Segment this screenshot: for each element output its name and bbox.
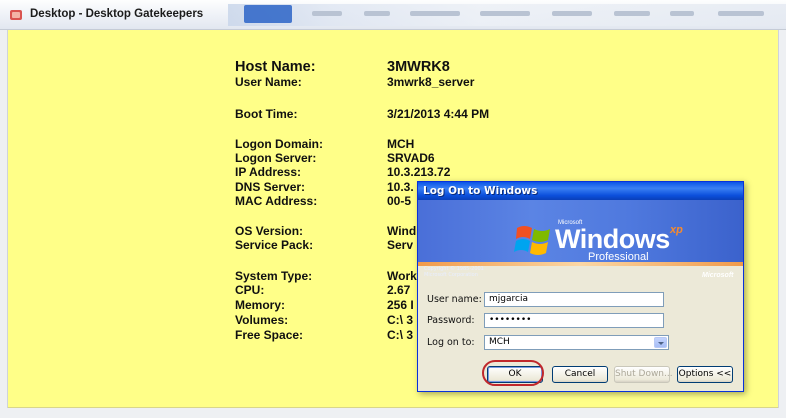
chevron-down-icon[interactable] [654, 337, 667, 348]
brand-xp: xp [670, 224, 683, 236]
user-name-field-label: User name: [427, 294, 482, 305]
ribbon-tab[interactable] [614, 11, 650, 16]
memory-label: Memory: [235, 298, 286, 312]
memory-value: 256 I [387, 298, 414, 312]
user-name-value: 3mwrk8_server [387, 75, 475, 89]
logon-server-value: SRVAD6 [387, 151, 435, 165]
ip-address-label: IP Address: [235, 165, 302, 179]
copyright-line: Microsoft Corporation [424, 272, 478, 278]
ribbon-tab[interactable] [364, 11, 390, 16]
os-version-label: OS Version: [235, 224, 304, 238]
ribbon-active-tab[interactable] [244, 5, 292, 23]
windows-xp-banner: Microsoft Windows xp Professional Copyri… [418, 200, 743, 279]
free-space-value: C:\ 3 [387, 328, 414, 342]
logon-dialog-title: Log On to Windows [423, 185, 538, 197]
mac-address-value: 00-5 [387, 194, 412, 208]
cpu-value: 2.67 [387, 283, 411, 297]
logon-server-label: Logon Server: [235, 151, 317, 165]
ip-address-value: 10.3.213.72 [387, 165, 451, 179]
ribbon-tab[interactable] [410, 11, 460, 16]
window-title: Desktop - Desktop Gatekeepers [30, 8, 204, 20]
copyright-text: Copyright © 1985-2001 Microsoft Corporat… [424, 266, 484, 278]
boot-time-value: 3/21/2013 4:44 PM [387, 107, 490, 121]
system-type-value: Work [387, 269, 417, 283]
shut-down-button[interactable]: Shut Down... [614, 366, 673, 383]
ok-button-highlight-circle [482, 360, 544, 386]
logon-domain-label: Logon Domain: [235, 137, 323, 151]
ribbon-tab[interactable] [670, 11, 694, 16]
window-titlebar: Desktop - Desktop Gatekeepers [0, 0, 786, 30]
user-name-label: User Name: [235, 75, 302, 89]
mac-address-label: MAC Address: [235, 194, 318, 208]
logon-to-value: MCH [489, 337, 510, 347]
password-input[interactable]: •••••••• [484, 313, 664, 328]
cancel-button[interactable]: Cancel [552, 366, 608, 383]
dns-server-label: DNS Server: [235, 180, 306, 194]
logon-dialog: Log On to Windows Microsoft Windows xp P… [417, 181, 744, 392]
password-field-label: Password: [427, 315, 475, 326]
service-pack-value: Serv [387, 238, 414, 252]
logon-dialog-titlebar[interactable]: Log On to Windows [418, 182, 743, 200]
logon-to-field-label: Log on to: [427, 337, 475, 348]
free-space-label: Free Space: [235, 328, 304, 342]
windows-flag-icon [514, 226, 550, 255]
window-frame-bottom [0, 408, 786, 418]
ribbon-tab[interactable] [718, 11, 764, 16]
volumes-label: Volumes: [235, 313, 289, 327]
banner-accent-band [418, 262, 743, 266]
service-pack-label: Service Pack: [235, 238, 314, 252]
microsoft-logo: Microsoft [702, 272, 734, 279]
ribbon-tab[interactable] [552, 11, 592, 16]
window-frame-right [778, 30, 786, 418]
window-frame-left [0, 30, 8, 418]
options-button[interactable]: Options << [677, 366, 733, 383]
volumes-value: C:\ 3 [387, 313, 414, 327]
ribbon-tab[interactable] [480, 11, 530, 16]
boot-time-label: Boot Time: [235, 107, 298, 121]
system-type-label: System Type: [235, 269, 313, 283]
app-icon [10, 10, 22, 20]
host-name-value: 3MWRK8 [387, 59, 450, 75]
user-name-input[interactable]: mjgarcia [484, 292, 664, 307]
ribbon-tab[interactable] [312, 11, 342, 16]
logon-to-select[interactable]: MCH [484, 335, 669, 350]
dns-server-value: 10.3. [387, 180, 414, 194]
os-version-value: Wind [387, 224, 417, 238]
cpu-label: CPU: [235, 283, 265, 297]
logon-domain-value: MCH [387, 137, 415, 151]
host-name-label: Host Name: [235, 59, 316, 75]
